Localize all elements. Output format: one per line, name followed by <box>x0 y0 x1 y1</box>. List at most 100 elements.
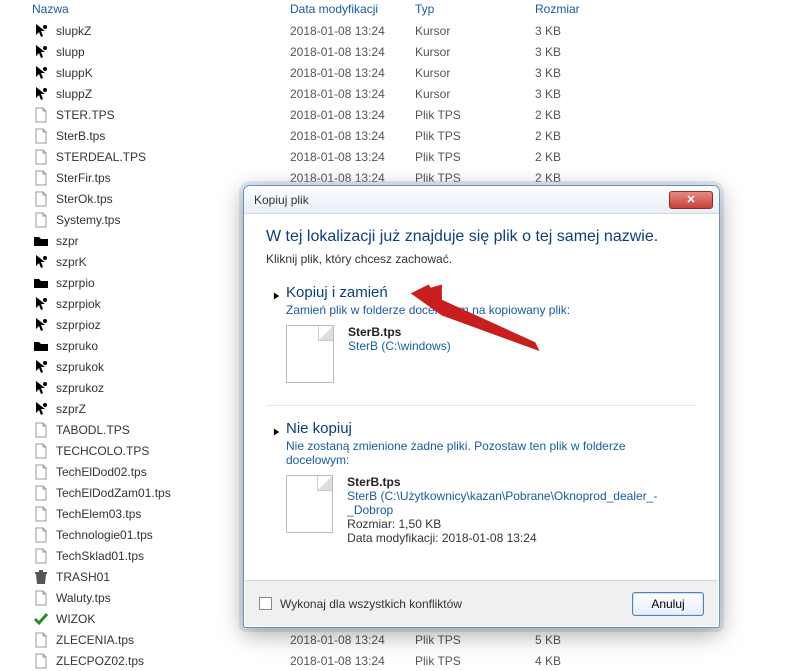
file-row[interactable]: sluppZ2018-01-08 13:24Kursor3 KB <box>0 83 805 104</box>
header-date[interactable]: Data modyfikacji <box>290 2 415 16</box>
file-icon <box>32 212 50 228</box>
dialog-subline: Kliknij plik, który chcesz zachować. <box>266 252 697 266</box>
header-name[interactable]: Nazwa <box>0 2 290 16</box>
folder-icon <box>32 233 50 249</box>
cursor-icon <box>32 44 50 60</box>
option2-size: Rozmiar: 1,50 KB <box>347 517 697 531</box>
file-row[interactable]: ZLECPOZ02.tps2018-01-08 13:24Plik TPS4 K… <box>0 650 805 671</box>
dialog-title: Kopiuj plik <box>254 193 309 207</box>
file-icon <box>32 506 50 522</box>
file-type: Kursor <box>415 45 535 59</box>
file-icon <box>32 464 50 480</box>
file-type: Plik TPS <box>415 129 535 143</box>
cursor-icon <box>32 296 50 312</box>
file-date: 2018-01-08 13:24 <box>290 129 415 143</box>
cursor-icon <box>32 401 50 417</box>
folder-icon <box>32 275 50 291</box>
check-icon <box>32 611 50 627</box>
file-type: Kursor <box>415 24 535 38</box>
copy-file-dialog: Kopiuj plik ✕ W tej lokalizacji już znaj… <box>243 185 720 628</box>
file-icon <box>32 170 50 186</box>
file-size: 3 KB <box>535 87 615 101</box>
file-icon <box>32 128 50 144</box>
file-date: 2018-01-08 13:24 <box>290 66 415 80</box>
file-icon <box>32 191 50 207</box>
file-size: 2 KB <box>535 108 615 122</box>
file-type: Plik TPS <box>415 171 535 185</box>
column-headers: Nazwa Data modyfikacji Typ Rozmiar <box>0 0 805 20</box>
option1-desc: Zamień plik w folderze docelowym na kopi… <box>286 303 686 317</box>
option2-location: SterB (C:\Użytkownicy\kazan\Pobrane\Okno… <box>347 489 697 517</box>
option2-desc: Nie zostaną zmienione żadne pliki. Pozos… <box>286 439 686 467</box>
file-name: STERDEAL.TPS <box>56 150 290 164</box>
file-name: SterFir.tps <box>56 171 290 185</box>
file-size: 2 KB <box>535 150 615 164</box>
option-dont-copy[interactable]: Nie kopiuj Nie zostaną zmienione żadne p… <box>266 420 697 545</box>
folder-icon <box>32 338 50 354</box>
apply-all-label: Wykonaj dla wszystkich konfliktów <box>280 597 462 611</box>
option-copy-replace[interactable]: Kopiuj i zamień Zamień plik w folderze d… <box>266 284 697 383</box>
file-name: slupkZ <box>56 24 290 38</box>
file-row[interactable]: SterB.tps2018-01-08 13:24Plik TPS2 KB <box>0 125 805 146</box>
file-size: 4 KB <box>535 654 615 668</box>
right-arrow-icon <box>266 420 286 545</box>
file-date: 2018-01-08 13:24 <box>290 24 415 38</box>
file-size: 3 KB <box>535 45 615 59</box>
option2-filename: SterB.tps <box>347 475 697 489</box>
dialog-titlebar[interactable]: Kopiuj plik ✕ <box>244 186 719 214</box>
option1-filename: SterB.tps <box>348 325 451 339</box>
file-date: 2018-01-08 13:24 <box>290 87 415 101</box>
file-row[interactable]: STERDEAL.TPS2018-01-08 13:24Plik TPS2 KB <box>0 146 805 167</box>
file-date: 2018-01-08 13:24 <box>290 171 415 185</box>
cursor-icon <box>32 254 50 270</box>
file-size: 5 KB <box>535 633 615 647</box>
file-icon <box>32 422 50 438</box>
file-size: 2 KB <box>535 171 615 185</box>
close-icon: ✕ <box>686 193 695 206</box>
divider <box>266 405 697 406</box>
right-arrow-icon <box>266 284 286 383</box>
file-name: SterB.tps <box>56 129 290 143</box>
header-type[interactable]: Typ <box>415 2 535 16</box>
cursor-icon <box>32 380 50 396</box>
file-name: ZLECPOZ02.tps <box>56 654 290 668</box>
file-row[interactable]: slupp2018-01-08 13:24Kursor3 KB <box>0 41 805 62</box>
option1-title: Kopiuj i zamień <box>286 284 697 301</box>
file-type: Kursor <box>415 87 535 101</box>
file-icon <box>32 653 50 669</box>
file-date: 2018-01-08 13:24 <box>290 633 415 647</box>
file-name: STER.TPS <box>56 108 290 122</box>
file-date: 2018-01-08 13:24 <box>290 45 415 59</box>
file-icon <box>286 475 333 533</box>
file-icon <box>32 632 50 648</box>
file-row[interactable]: ZLECENIA.tps2018-01-08 13:24Plik TPS5 KB <box>0 629 805 650</box>
file-name: sluppK <box>56 66 290 80</box>
file-name: ZLECENIA.tps <box>56 633 290 647</box>
file-icon <box>32 527 50 543</box>
file-type: Kursor <box>415 66 535 80</box>
file-date: 2018-01-08 13:24 <box>290 108 415 122</box>
file-icon <box>32 590 50 606</box>
dialog-headline: W tej lokalizacji już znajduje się plik … <box>266 228 697 246</box>
file-icon <box>32 443 50 459</box>
cursor-icon <box>32 317 50 333</box>
cursor-icon <box>32 359 50 375</box>
header-size[interactable]: Rozmiar <box>535 2 615 16</box>
cursor-icon <box>32 23 50 39</box>
cancel-button[interactable]: Anuluj <box>632 592 704 616</box>
option2-title: Nie kopiuj <box>286 420 697 437</box>
close-button[interactable]: ✕ <box>669 191 713 209</box>
file-date: 2018-01-08 13:24 <box>290 654 415 668</box>
file-type: Plik TPS <box>415 633 535 647</box>
file-row[interactable]: STER.TPS2018-01-08 13:24Plik TPS2 KB <box>0 104 805 125</box>
dialog-footer: Wykonaj dla wszystkich konfliktów Anuluj <box>245 580 718 626</box>
file-icon <box>32 485 50 501</box>
file-row[interactable]: slupkZ2018-01-08 13:24Kursor3 KB <box>0 20 805 41</box>
file-name: slupp <box>56 45 290 59</box>
file-row[interactable]: sluppK2018-01-08 13:24Kursor3 KB <box>0 62 805 83</box>
trash-icon <box>32 569 50 585</box>
file-type: Plik TPS <box>415 654 535 668</box>
apply-all-checkbox[interactable] <box>259 597 272 610</box>
file-icon <box>32 149 50 165</box>
file-icon <box>32 107 50 123</box>
